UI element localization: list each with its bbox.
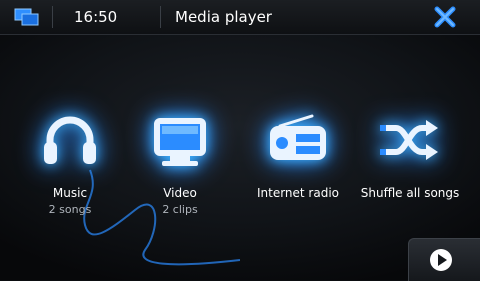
app-internet-radio[interactable]: Internet radio xyxy=(243,108,353,200)
app-count: 2 songs xyxy=(48,203,92,216)
play-button[interactable] xyxy=(408,238,480,281)
task-switcher-icon[interactable] xyxy=(14,8,40,26)
divider xyxy=(160,6,161,28)
app-label: Video xyxy=(163,186,197,200)
divider xyxy=(52,6,53,28)
play-icon xyxy=(430,249,452,271)
page-title[interactable]: Media player xyxy=(175,8,272,26)
app-music[interactable]: Music 2 songs xyxy=(15,108,125,216)
media-player-screen: 16:50 Media player Music 2 songs Video 2… xyxy=(0,0,480,281)
clock-time[interactable]: 16:50 xyxy=(74,8,117,26)
shuffle-icon xyxy=(378,108,442,172)
close-icon[interactable] xyxy=(433,6,457,28)
app-label: Shuffle all songs xyxy=(360,186,460,200)
monitor-icon xyxy=(148,108,212,172)
app-video[interactable]: Video 2 clips xyxy=(125,108,235,216)
app-shuffle-all-songs[interactable]: Shuffle all songs xyxy=(355,108,465,200)
status-bar: 16:50 Media player xyxy=(0,0,480,35)
radio-icon xyxy=(266,108,330,172)
headphones-icon xyxy=(38,108,102,172)
app-label: Internet radio xyxy=(256,186,340,200)
app-count: 2 clips xyxy=(162,203,198,216)
app-label: Music xyxy=(52,186,88,200)
